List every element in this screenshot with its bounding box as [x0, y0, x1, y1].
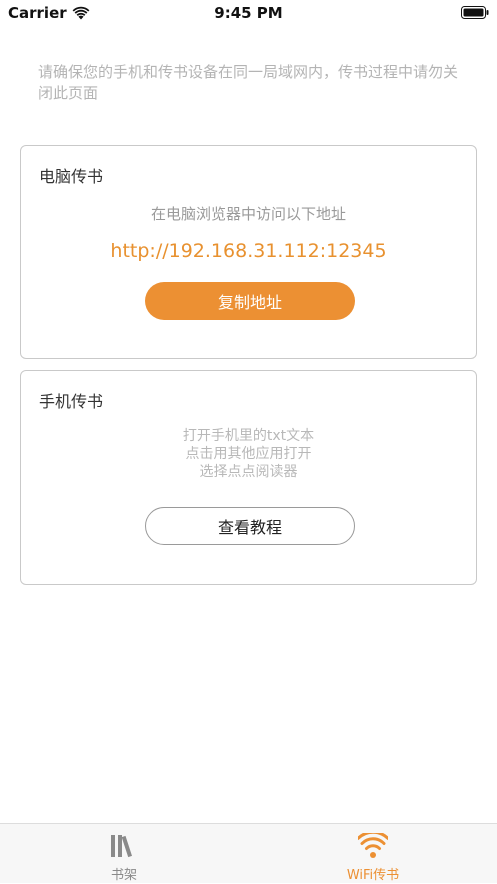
tab-wifi-label: WiFi传书 — [346, 868, 400, 883]
copy-address-button[interactable]: 复制地址 — [145, 282, 355, 320]
tab-bookshelf[interactable]: 书架 — [0, 824, 248, 884]
lan-tip: 请确保您的手机和传书设备在同一局域网内，传书过程中请勿关闭此页面 — [38, 63, 459, 102]
wifi-icon — [358, 833, 388, 858]
phone-step-3: 选择点点阅读器 — [199, 464, 298, 480]
phone-step-1: 打开手机里的txt文本 — [182, 428, 315, 444]
pc-transfer-card: 电脑传书 在电脑浏览器中访问以下地址 http://192.168.31.112… — [20, 145, 477, 359]
tab-bookshelf-label: 书架 — [110, 868, 137, 883]
pc-card-hint: 在电脑浏览器中访问以下地址 — [150, 205, 346, 223]
status-bar: Carrier 9:45 PM — [0, 0, 497, 26]
tab-bar: 书架 WiFi传书 — [0, 823, 497, 883]
phone-steps: 打开手机里的txt文本 点击用其他应用打开 选择点点阅读器 — [21, 427, 476, 481]
phone-step-2: 点击用其他应用打开 — [185, 446, 312, 462]
view-tutorial-button[interactable]: 查看教程 — [145, 507, 355, 545]
phone-card-title: 手机传书 — [39, 392, 104, 411]
phone-transfer-card: 手机传书 打开手机里的txt文本 点击用其他应用打开 选择点点阅读器 查看教程 — [20, 370, 477, 585]
transfer-url: http://192.168.31.112:12345 — [110, 240, 387, 262]
battery-icon — [461, 6, 489, 19]
tab-wifi-transfer[interactable]: WiFi传书 — [249, 824, 497, 884]
pc-card-title: 电脑传书 — [39, 167, 104, 186]
status-time: 9:45 PM — [214, 4, 283, 22]
bookshelf-icon — [111, 835, 132, 858]
